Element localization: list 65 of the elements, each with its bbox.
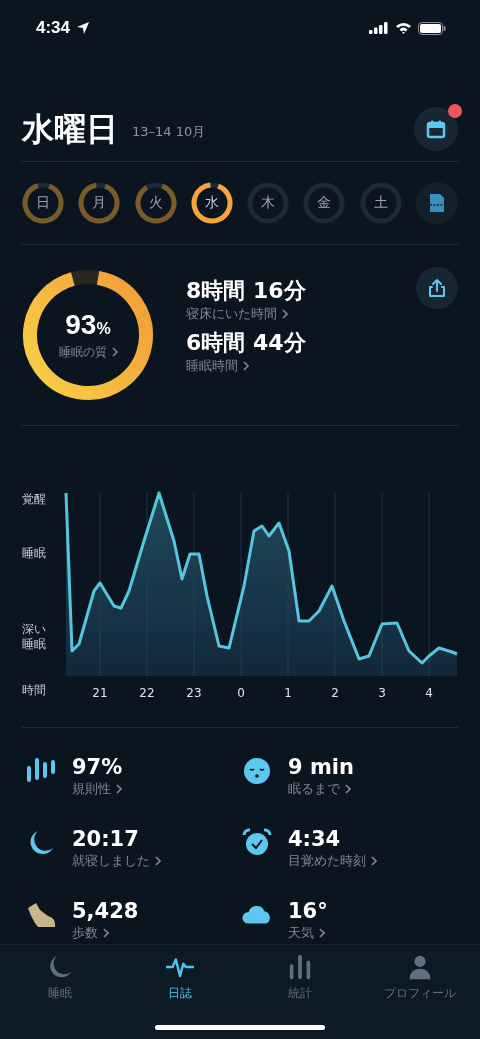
share-button[interactable] (416, 267, 458, 309)
day-tab[interactable]: 日 (22, 182, 64, 224)
location-arrow-icon (76, 21, 91, 35)
stat-value: 97% (72, 754, 123, 780)
stat-link[interactable]: 歩数 (72, 924, 139, 942)
tick-label: 2 (331, 686, 339, 700)
stat-link[interactable]: 眠るまで (288, 780, 354, 798)
chevron-icon (243, 361, 249, 371)
chevron-icon (116, 784, 122, 794)
tick-label: 22 (139, 686, 155, 700)
chevron-icon (282, 309, 288, 319)
alarm-clock-icon (242, 828, 272, 858)
share-icon (428, 278, 446, 298)
tab-item[interactable]: 統計 (240, 953, 360, 1002)
axis-title: 時間 (22, 683, 47, 698)
tab-item[interactable]: プロフィール (360, 953, 480, 1002)
day-tab[interactable]: 月 (78, 182, 121, 224)
tick-label: 1 (284, 686, 292, 700)
tab-item[interactable]: 日誌 (120, 953, 240, 1002)
tick-label: 23 (186, 686, 202, 700)
signal-icon (369, 22, 389, 34)
duration-value: 6時間 44分 (186, 329, 306, 357)
day-title: 水曜日 (22, 109, 118, 149)
stat-value: 5,428 (72, 898, 139, 924)
tab-item[interactable]: 睡眠 (0, 953, 120, 1002)
chevron-icon (319, 928, 325, 938)
stat-link[interactable]: 目覚めた時刻 (288, 852, 377, 870)
chevron-icon (155, 856, 161, 866)
axis-label: 深い睡眠 (22, 622, 47, 652)
stat-value: 4:34 (288, 826, 342, 852)
chevron-icon (111, 347, 118, 357)
day-tab[interactable]: 木 (247, 182, 290, 224)
stat-value: 16° (288, 898, 328, 924)
report-button[interactable] (415, 182, 458, 224)
calendar-icon (426, 119, 446, 139)
day-tab[interactable]: 土 (359, 182, 402, 224)
stat-value: 9 min (288, 754, 354, 780)
document-icon (428, 193, 445, 213)
axis-label: 覚醒 (22, 492, 47, 507)
stat-link[interactable]: 就寝しました (72, 852, 161, 870)
duration-link[interactable]: 寝床にいた時間 (186, 305, 306, 323)
chevron-icon (371, 856, 377, 866)
stat-value: 20:17 (72, 826, 140, 852)
tick-label: 4 (425, 686, 433, 700)
tick-label: 0 (237, 686, 245, 700)
quality-score: 93% (65, 309, 111, 342)
stat-link[interactable]: 天気 (288, 924, 328, 942)
stat-link[interactable]: 規則性 (72, 780, 123, 798)
axis-label: 睡眠 (22, 546, 47, 561)
duration-link[interactable]: 睡眠時間 (186, 357, 306, 375)
date-range: 13–14 10月 (132, 123, 206, 141)
quality-link[interactable]: 睡眠の質 (58, 343, 118, 361)
chevron-icon (345, 784, 351, 794)
day-tab[interactable]: 金 (303, 182, 346, 224)
day-tab[interactable]: 火 (134, 182, 177, 224)
chevron-icon (103, 928, 109, 938)
tick-label: 21 (92, 686, 108, 700)
sleepy-face-icon (242, 756, 272, 786)
status-time: 4:34 (36, 18, 71, 38)
wifi-icon (395, 22, 412, 34)
day-tab[interactable]: 水 (190, 182, 233, 224)
battery-icon (418, 21, 446, 35)
duration-value: 8時間 16分 (186, 277, 306, 305)
shoe-icon (26, 900, 56, 930)
tick-label: 3 (378, 686, 386, 700)
